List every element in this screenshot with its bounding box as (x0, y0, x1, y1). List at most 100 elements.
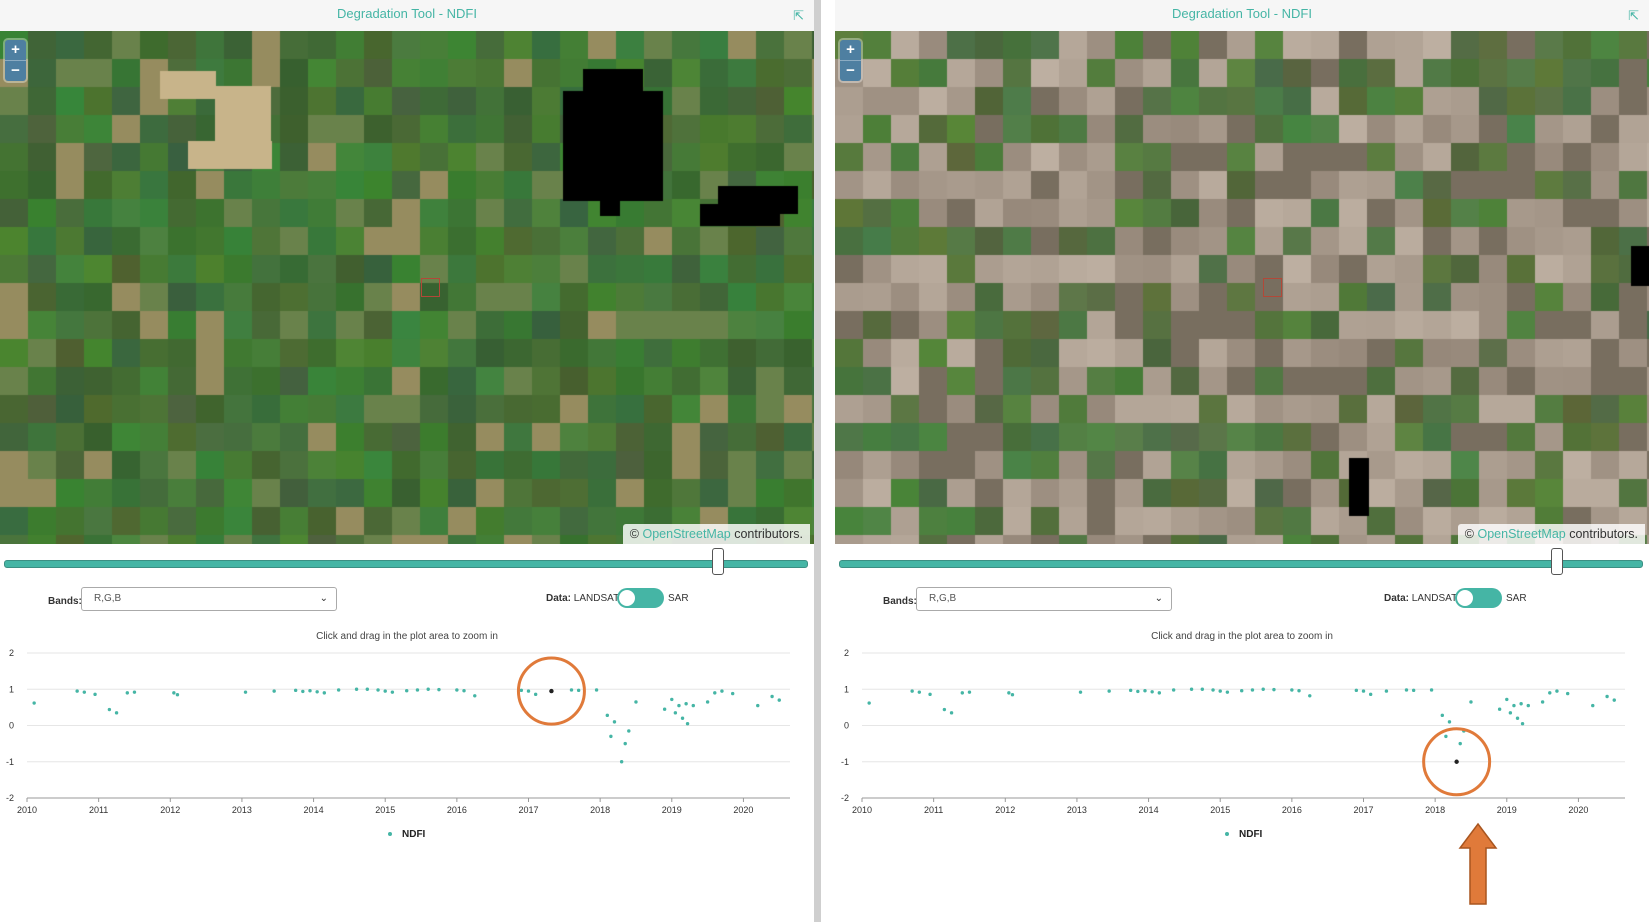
data-point[interactable] (293, 688, 298, 693)
data-point[interactable] (1515, 716, 1520, 720)
satellite-imagery[interactable] (0, 31, 814, 544)
time-slider-track[interactable] (4, 560, 808, 568)
data-point[interactable] (1512, 703, 1516, 708)
data-point[interactable] (705, 700, 710, 704)
data-point[interactable] (949, 711, 954, 715)
data-point[interactable] (685, 721, 690, 726)
data-point[interactable] (308, 689, 312, 693)
data-point[interactable] (942, 707, 947, 712)
data-point[interactable] (1612, 698, 1616, 702)
zoom-out-button[interactable]: − (5, 60, 26, 81)
data-point[interactable] (1143, 689, 1147, 693)
data-point[interactable] (594, 688, 599, 692)
data-point[interactable] (336, 688, 341, 692)
data-point[interactable] (1261, 687, 1265, 691)
data-point[interactable] (1240, 689, 1244, 693)
data-point[interactable] (680, 716, 685, 720)
data-point[interactable] (132, 690, 137, 694)
divider-bar[interactable] (814, 0, 821, 922)
time-slider-handle[interactable] (711, 548, 724, 575)
data-point[interactable] (720, 689, 724, 693)
collapse-icon[interactable]: ⇱ (1628, 2, 1639, 29)
data-point[interactable] (533, 692, 538, 697)
data-point[interactable] (1540, 700, 1545, 704)
plot-legend[interactable]: NDFI (388, 829, 425, 840)
data-point[interactable] (756, 703, 760, 708)
data-point[interactable] (605, 713, 610, 718)
plot-legend[interactable]: NDFI (1225, 829, 1262, 840)
zoom-in-button[interactable]: + (840, 40, 861, 60)
data-point[interactable] (107, 707, 112, 712)
data-point[interactable] (301, 689, 305, 694)
data-point[interactable] (125, 691, 130, 695)
ndfi-scatter-plot[interactable]: 2 1 0 -1 -22010 2011 2012 2013 2014 2015 2016 2017 2… (835, 645, 1649, 825)
data-point[interactable] (1508, 711, 1513, 715)
data-point[interactable] (93, 692, 97, 697)
data-point[interactable] (376, 688, 380, 692)
openstreetmap-link[interactable]: OpenStreetMap (642, 527, 730, 541)
data-point[interactable] (549, 688, 554, 694)
time-slider-handle[interactable] (1550, 548, 1563, 575)
data-point[interactable] (455, 688, 459, 692)
data-point[interactable] (114, 711, 119, 715)
data-point[interactable] (437, 687, 441, 692)
time-slider-track[interactable] (839, 560, 1643, 568)
data-point[interactable] (770, 694, 774, 699)
data-point[interactable] (1136, 689, 1140, 694)
data-point[interactable] (426, 687, 430, 691)
data-point[interactable] (82, 690, 87, 694)
data-point[interactable] (1440, 713, 1445, 718)
data-point[interactable] (1458, 741, 1462, 746)
data-point[interactable] (1272, 687, 1276, 692)
data-point[interactable] (910, 689, 914, 693)
data-point[interactable] (967, 690, 972, 694)
data-point[interactable] (354, 687, 359, 691)
data-point[interactable] (1469, 700, 1473, 704)
data-point[interactable] (1404, 688, 1409, 692)
data-point[interactable] (1250, 688, 1255, 692)
data-point[interactable] (917, 690, 922, 694)
data-point[interactable] (1555, 689, 1559, 693)
data-point[interactable] (1078, 690, 1083, 694)
data-point[interactable] (519, 688, 524, 693)
data-point[interactable] (673, 711, 678, 715)
data-point[interactable] (1218, 689, 1222, 693)
zoom-in-button[interactable]: + (5, 40, 26, 60)
data-point[interactable] (272, 689, 276, 693)
data-point[interactable] (1565, 691, 1570, 696)
data-point[interactable] (670, 697, 674, 702)
data-point[interactable] (928, 692, 932, 697)
openstreetmap-link[interactable]: OpenStreetMap (1477, 527, 1565, 541)
data-point[interactable] (1368, 692, 1373, 697)
data-point[interactable] (32, 701, 36, 705)
data-point[interactable] (1605, 694, 1609, 699)
data-point[interactable] (243, 690, 248, 694)
data-point[interactable] (526, 689, 531, 693)
data-point[interactable] (1007, 691, 1011, 695)
data-point[interactable] (415, 688, 420, 692)
panel-divider[interactable] (814, 0, 835, 922)
collapse-icon[interactable]: ⇱ (793, 2, 804, 29)
data-point[interactable] (1526, 703, 1530, 708)
data-point[interactable] (612, 720, 617, 724)
data-source-toggle[interactable] (1455, 588, 1502, 608)
data-point[interactable] (1454, 759, 1459, 764)
ndfi-scatter-plot[interactable]: 2 1 0 -1 -22010 2011 2012 2013 2014 2015 2016 2017 2… (0, 645, 814, 825)
data-point[interactable] (1444, 734, 1448, 739)
data-point[interactable] (315, 690, 319, 694)
data-point[interactable] (634, 700, 638, 704)
data-point[interactable] (175, 692, 180, 697)
data-point[interactable] (1211, 688, 1215, 692)
data-point[interactable] (1384, 689, 1389, 693)
data-point[interactable] (365, 687, 370, 691)
data-point[interactable] (462, 689, 466, 693)
data-point[interactable] (960, 691, 965, 695)
data-point[interactable] (1591, 703, 1595, 708)
data-point[interactable] (390, 690, 395, 694)
data-point[interactable] (172, 691, 176, 695)
data-point[interactable] (1361, 689, 1366, 693)
data-point[interactable] (569, 688, 574, 692)
data-point[interactable] (1010, 692, 1015, 697)
data-point[interactable] (609, 734, 613, 739)
data-point[interactable] (1107, 689, 1111, 693)
